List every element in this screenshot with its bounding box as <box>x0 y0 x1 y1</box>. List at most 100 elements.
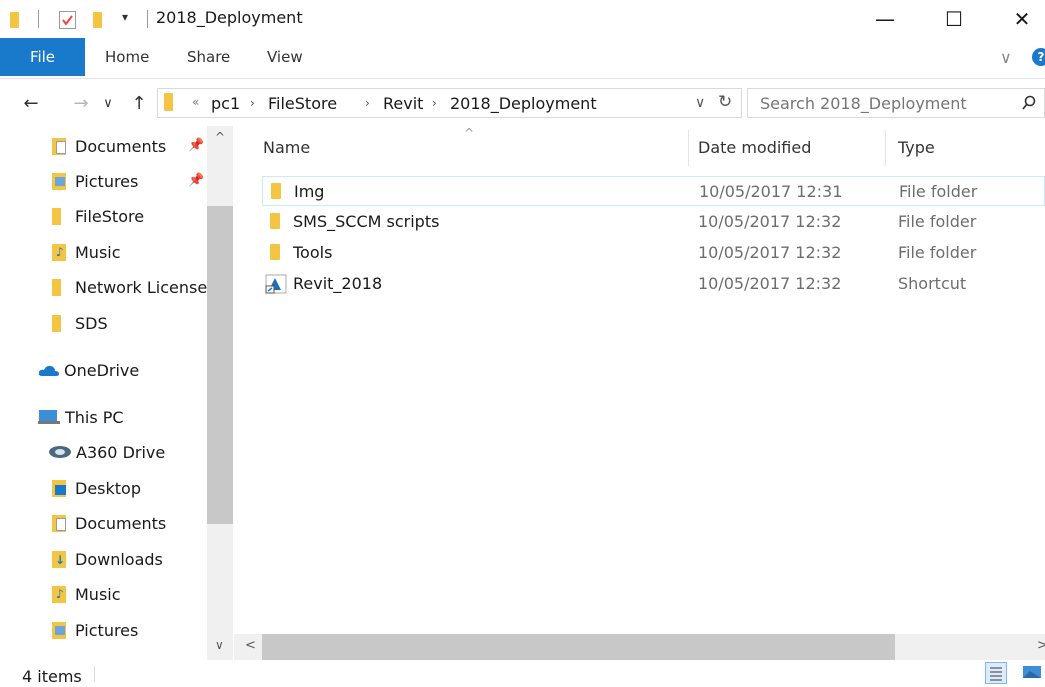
scroll-left-icon[interactable]: < <box>245 638 256 653</box>
breadcrumb-pc1[interactable]: pc1 <box>211 94 240 113</box>
horizontal-scrollbar[interactable]: < > <box>234 634 1045 660</box>
sidebar-item-label: Pictures <box>75 171 139 191</box>
expand-ribbon-icon[interactable]: ∨ <box>1000 38 1012 76</box>
sidebar-item-sds[interactable]: SDS <box>52 307 108 339</box>
help-icon[interactable]: ? <box>1032 48 1045 66</box>
sidebar-item-onedrive[interactable]: OneDrive <box>38 354 139 386</box>
desktop-icon <box>52 479 66 497</box>
breadcrumb-2018-deployment[interactable]: 2018_Deployment <box>450 94 597 113</box>
tab-file[interactable]: File <box>0 38 85 76</box>
overflow-icon[interactable]: « <box>192 95 199 109</box>
details-view-icon[interactable] <box>985 662 1007 684</box>
refresh-icon[interactable]: ↻ <box>718 92 732 112</box>
folder-icon <box>164 93 173 111</box>
sidebar-item-label: Desktop <box>75 478 141 498</box>
ribbon: File Home Share View ∨ ? <box>0 38 1045 79</box>
file-type: File folder <box>898 243 977 262</box>
sidebar-item-network-license[interactable]: Network License <box>52 271 207 303</box>
folder-icon <box>270 244 280 260</box>
chevron-right-icon[interactable]: › <box>365 96 370 110</box>
close-button[interactable]: ✕ <box>999 0 1045 38</box>
title-bar: ▾ 2018_Deployment — ☐ ✕ <box>0 0 1045 38</box>
sidebar-item-music[interactable]: ♪ Music <box>52 236 121 268</box>
divider <box>38 10 39 28</box>
large-icons-view-icon[interactable] <box>1022 664 1042 680</box>
up-button[interactable]: ↑ <box>126 86 152 120</box>
sidebar-item-downloads[interactable]: ↓ Downloads <box>52 543 163 575</box>
sidebar-scrollbar[interactable]: ^ ∨ <box>207 126 233 660</box>
address-bar[interactable]: « pc1 › FileStore › Revit › 2018_Deploym… <box>157 88 742 118</box>
breadcrumb-revit[interactable]: Revit <box>383 94 423 113</box>
recent-locations-button[interactable]: ∨ <box>97 86 119 120</box>
address-dropdown-icon[interactable]: ∨ <box>695 95 705 111</box>
sidebar-item-pictures-pc[interactable]: Pictures <box>52 614 138 646</box>
folder-icon <box>10 12 19 28</box>
sidebar-item-label: Pictures <box>75 620 139 640</box>
sidebar-item-documents-pc[interactable]: Documents <box>52 507 166 539</box>
scroll-down-icon[interactable]: ∨ <box>215 638 224 652</box>
new-folder-icon[interactable] <box>93 12 102 28</box>
table-row[interactable]: Img 10/05/2017 12:31 File folder <box>262 176 1045 206</box>
sidebar-item-label: Documents <box>75 513 167 533</box>
tab-home[interactable]: Home <box>105 38 149 76</box>
breadcrumb-filestore[interactable]: FileStore <box>268 94 337 113</box>
pin-icon[interactable]: 📌 <box>188 138 204 153</box>
pictures-icon <box>52 172 66 190</box>
folder-icon <box>270 213 280 229</box>
onedrive-icon <box>38 365 59 376</box>
sidebar-item-a360-drive[interactable]: A360 Drive <box>48 436 165 468</box>
back-button[interactable]: ← <box>16 86 46 120</box>
file-date: 10/05/2017 12:31 <box>699 182 843 201</box>
search-box[interactable] <box>747 88 1045 118</box>
scroll-up-icon[interactable]: ^ <box>215 130 225 144</box>
sort-ascending-icon: ^ <box>464 126 475 140</box>
sidebar-item-documents[interactable]: Documents <box>52 130 166 162</box>
sidebar-item-label: Network License <box>75 277 208 297</box>
folder-icon <box>52 278 61 296</box>
downloads-icon: ↓ <box>52 550 66 568</box>
sidebar-item-label: FileStore <box>75 206 145 226</box>
sidebar-item-label: A360 Drive <box>76 442 166 462</box>
sidebar-item-desktop[interactable]: Desktop <box>52 472 141 504</box>
sidebar-item-label: OneDrive <box>64 360 140 380</box>
table-row[interactable]: Revit_2018 10/05/2017 12:32 Shortcut <box>262 269 1045 299</box>
documents-icon <box>52 137 66 155</box>
folder-icon <box>52 207 61 225</box>
customize-toolbar-icon[interactable]: ▾ <box>122 10 128 24</box>
documents-icon <box>52 514 66 532</box>
column-header-name[interactable]: Name <box>263 126 310 168</box>
scroll-right-icon[interactable]: > <box>1037 638 1045 653</box>
status-bar: 4 items <box>0 660 1045 686</box>
sidebar-item-filestore[interactable]: FileStore <box>52 200 144 232</box>
file-date: 10/05/2017 12:32 <box>698 243 842 262</box>
navigation-pane: Documents 📌 Pictures 📌 FileStore ♪ Music… <box>0 126 233 660</box>
tab-share[interactable]: Share <box>187 38 230 76</box>
tab-view[interactable]: View <box>267 38 303 76</box>
sidebar-item-this-pc[interactable]: This PC <box>38 401 124 433</box>
chevron-right-icon[interactable]: › <box>250 96 255 110</box>
maximize-button[interactable]: ☐ <box>931 0 977 38</box>
properties-icon[interactable] <box>59 11 76 29</box>
sidebar-item-music-pc[interactable]: ♪ Music <box>52 578 121 610</box>
horizontal-scroll-thumb[interactable] <box>262 634 895 660</box>
revit-shortcut-icon <box>265 274 287 294</box>
minimize-button[interactable]: — <box>862 0 908 38</box>
column-header-type[interactable]: Type <box>898 126 935 168</box>
pictures-icon <box>52 621 66 639</box>
chevron-right-icon[interactable]: › <box>432 96 437 110</box>
column-header-date-modified[interactable]: Date modified <box>698 126 811 168</box>
divider <box>147 10 148 28</box>
divider <box>94 666 95 682</box>
forward-button[interactable]: → <box>66 86 96 120</box>
pin-icon[interactable]: 📌 <box>188 173 204 188</box>
sidebar-item-label: SDS <box>75 313 108 333</box>
search-input[interactable] <box>758 93 1002 114</box>
divider <box>885 130 886 166</box>
sidebar-item-pictures[interactable]: Pictures <box>52 165 138 197</box>
sidebar-scroll-thumb[interactable] <box>207 206 233 524</box>
sidebar-item-label: Music <box>75 584 121 604</box>
file-type: File folder <box>898 212 977 231</box>
table-row[interactable]: SMS_SCCM scripts 10/05/2017 12:32 File f… <box>262 207 1045 237</box>
search-icon[interactable] <box>1022 95 1036 111</box>
table-row[interactable]: Tools 10/05/2017 12:32 File folder <box>262 238 1045 268</box>
